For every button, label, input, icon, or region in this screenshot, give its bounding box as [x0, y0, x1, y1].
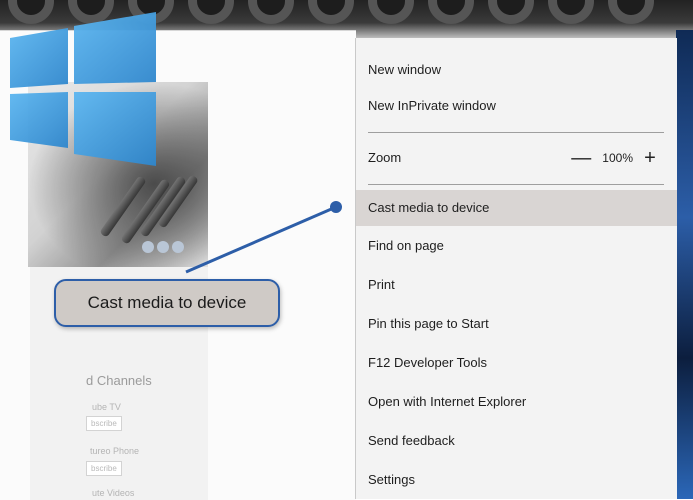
menu-separator	[368, 184, 664, 185]
menu-item-print[interactable]: Print	[356, 267, 677, 303]
decorative-circle	[248, 0, 294, 24]
channel-name: tureo Phone	[90, 446, 140, 456]
twitter-icon[interactable]	[172, 241, 184, 253]
menu-item-cast-media[interactable]: Cast media to device	[356, 190, 677, 226]
subscribe-button[interactable]: bscribe	[86, 416, 122, 431]
photo-cable	[99, 175, 147, 238]
social-icons	[142, 240, 187, 258]
decorative-circle	[548, 0, 594, 24]
menu-separator	[368, 132, 664, 133]
decorative-circle	[488, 0, 534, 24]
channels-heading: d Channels	[86, 373, 152, 388]
menu-item-send-feedback[interactable]: Send feedback	[356, 423, 677, 459]
decorative-circle	[428, 0, 474, 24]
more-actions-menu: New window New InPrivate window Zoom — 1…	[355, 38, 677, 499]
decorative-circle	[608, 0, 654, 24]
desktop-edge	[676, 30, 693, 499]
decorative-circle	[188, 0, 234, 24]
menu-item-zoom: Zoom — 100% +	[356, 140, 677, 176]
menu-item-settings[interactable]: Settings	[356, 462, 677, 498]
menu-item-developer-tools[interactable]: F12 Developer Tools	[356, 345, 677, 381]
menu-item-new-inprivate-window[interactable]: New InPrivate window	[356, 88, 677, 124]
decorative-circle	[368, 0, 414, 24]
subscribe-button[interactable]: bscribe	[86, 461, 122, 476]
facebook-icon[interactable]	[157, 241, 169, 253]
channel-name: ute Videos	[92, 488, 135, 498]
decorative-circle	[308, 0, 354, 24]
callout-label: Cast media to device	[54, 279, 280, 327]
menu-item-new-window[interactable]: New window	[356, 52, 677, 88]
menu-item-find-on-page[interactable]: Find on page	[356, 228, 677, 264]
zoom-in-button[interactable]: +	[639, 147, 661, 169]
pinterest-icon[interactable]	[142, 241, 154, 253]
zoom-label: Zoom	[368, 150, 402, 165]
zoom-level: 100%	[602, 151, 633, 165]
menu-item-open-with-ie[interactable]: Open with Internet Explorer	[356, 384, 677, 420]
windows-logo-icon	[10, 12, 156, 166]
menu-item-pin-to-start[interactable]: Pin this page to Start	[356, 306, 677, 342]
zoom-controls: — 100% +	[570, 140, 661, 176]
zoom-out-button[interactable]: —	[570, 147, 592, 169]
channel-name: ube TV	[92, 402, 121, 412]
